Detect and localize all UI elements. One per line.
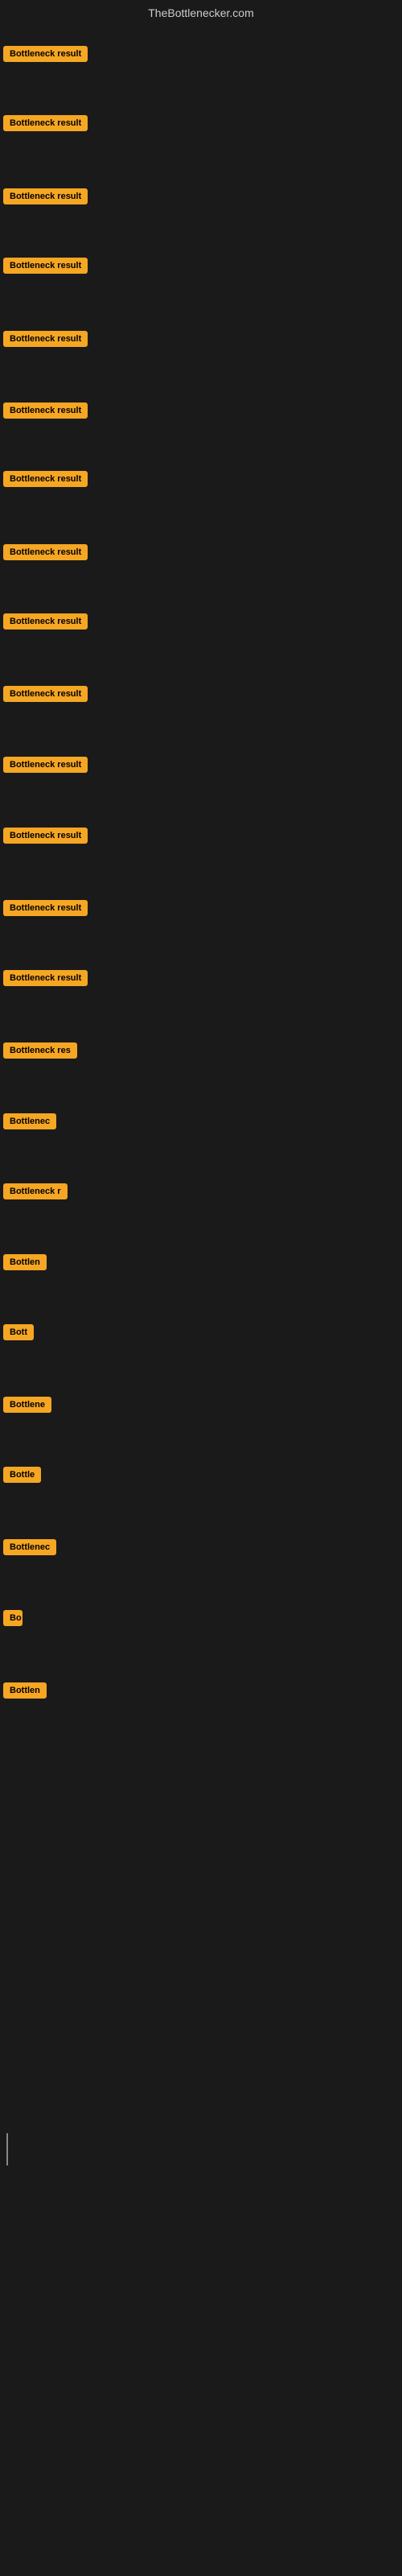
bottleneck-item-3[interactable]: Bottleneck result — [3, 188, 88, 208]
bottleneck-badge-9[interactable]: Bottleneck result — [3, 613, 88, 630]
bottleneck-item-14[interactable]: Bottleneck result — [3, 970, 88, 990]
bottleneck-item-1[interactable]: Bottleneck result — [3, 46, 88, 66]
bottleneck-item-4[interactable]: Bottleneck result — [3, 258, 88, 278]
bottleneck-badge-18[interactable]: Bottlen — [3, 1254, 47, 1270]
bottleneck-badge-4[interactable]: Bottleneck result — [3, 258, 88, 274]
bottleneck-item-24[interactable]: Bottlen — [3, 1682, 47, 1703]
bottleneck-item-10[interactable]: Bottleneck result — [3, 686, 88, 706]
bottleneck-badge-6[interactable]: Bottleneck result — [3, 402, 88, 419]
bottleneck-badge-15[interactable]: Bottleneck res — [3, 1042, 77, 1059]
bottleneck-badge-24[interactable]: Bottlen — [3, 1682, 47, 1699]
bottleneck-item-15[interactable]: Bottleneck res — [3, 1042, 77, 1063]
bottleneck-badge-16[interactable]: Bottlenec — [3, 1113, 56, 1129]
bottleneck-badge-22[interactable]: Bottlenec — [3, 1539, 56, 1555]
bottleneck-item-2[interactable]: Bottleneck result — [3, 115, 88, 135]
bottleneck-item-13[interactable]: Bottleneck result — [3, 900, 88, 920]
bottleneck-item-16[interactable]: Bottlenec — [3, 1113, 56, 1133]
bottleneck-badge-19[interactable]: Bott — [3, 1324, 34, 1340]
bottleneck-item-20[interactable]: Bottlene — [3, 1397, 51, 1417]
bottleneck-badge-14[interactable]: Bottleneck result — [3, 970, 88, 986]
bottleneck-item-7[interactable]: Bottleneck result — [3, 471, 88, 491]
bottleneck-item-11[interactable]: Bottleneck result — [3, 757, 88, 777]
bottleneck-badge-10[interactable]: Bottleneck result — [3, 686, 88, 702]
bottleneck-item-6[interactable]: Bottleneck result — [3, 402, 88, 423]
bottleneck-badge-7[interactable]: Bottleneck result — [3, 471, 88, 487]
bottleneck-badge-12[interactable]: Bottleneck result — [3, 828, 88, 844]
bottleneck-badge-11[interactable]: Bottleneck result — [3, 757, 88, 773]
bottleneck-badge-3[interactable]: Bottleneck result — [3, 188, 88, 204]
bottleneck-item-19[interactable]: Bott — [3, 1324, 34, 1344]
bottleneck-badge-1[interactable]: Bottleneck result — [3, 46, 88, 62]
bottleneck-item-8[interactable]: Bottleneck result — [3, 544, 88, 564]
bottleneck-badge-21[interactable]: Bottle — [3, 1467, 41, 1483]
bottleneck-badge-2[interactable]: Bottleneck result — [3, 115, 88, 131]
bottleneck-item-12[interactable]: Bottleneck result — [3, 828, 88, 848]
site-title: TheBottlenecker.com — [0, 0, 402, 29]
bottleneck-item-22[interactable]: Bottlenec — [3, 1539, 56, 1559]
bottleneck-item-18[interactable]: Bottlen — [3, 1254, 47, 1274]
bottleneck-item-17[interactable]: Bottleneck r — [3, 1183, 68, 1203]
bottleneck-badge-17[interactable]: Bottleneck r — [3, 1183, 68, 1199]
bottleneck-item-5[interactable]: Bottleneck result — [3, 331, 88, 351]
bottleneck-item-23[interactable]: Bo — [3, 1610, 23, 1630]
bottleneck-badge-23[interactable]: Bo — [3, 1610, 23, 1626]
bottleneck-item-9[interactable]: Bottleneck result — [3, 613, 88, 634]
bottleneck-badge-8[interactable]: Bottleneck result — [3, 544, 88, 560]
bottleneck-badge-20[interactable]: Bottlene — [3, 1397, 51, 1413]
bottleneck-badge-5[interactable]: Bottleneck result — [3, 331, 88, 347]
cursor-line — [6, 2133, 8, 2165]
bottleneck-item-21[interactable]: Bottle — [3, 1467, 41, 1487]
bottleneck-badge-13[interactable]: Bottleneck result — [3, 900, 88, 916]
